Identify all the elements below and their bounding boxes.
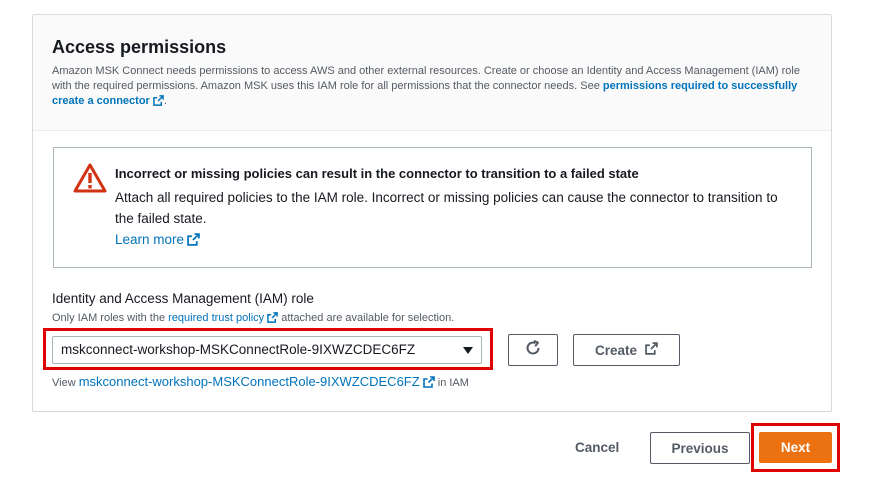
alert-body: Attach all required policies to the IAM … <box>115 190 778 226</box>
create-role-button[interactable]: Create <box>573 334 680 366</box>
panel-description-end: . <box>163 95 167 107</box>
iam-role-desc-end: attached are available for selection. <box>278 312 455 324</box>
create-role-label: Create <box>594 342 638 358</box>
external-link-icon[interactable] <box>153 95 164 111</box>
previous-label: Previous <box>671 440 729 456</box>
iam-role-select-highlight: mskconnect-workshop-MSKConnectRole-9IXWZ… <box>43 328 493 370</box>
previous-button[interactable]: Previous <box>650 432 750 464</box>
caret-down-icon <box>463 347 473 354</box>
learn-more-link[interactable]: Learn more <box>115 232 200 249</box>
required-trust-policy-link[interactable]: required trust policy <box>168 312 264 324</box>
panel-title: Access permissions <box>52 37 227 57</box>
cancel-button[interactable]: Cancel <box>575 440 619 455</box>
iam-role-description: Only IAM roles with the required trust p… <box>52 312 454 326</box>
next-button[interactable]: Next <box>759 432 832 463</box>
next-button-highlight: Next <box>751 423 840 472</box>
learn-more-label[interactable]: Learn more <box>115 232 184 247</box>
iam-role-label: Identity and Access Management (IAM) rol… <box>52 291 314 306</box>
external-link-icon[interactable] <box>267 312 278 326</box>
refresh-button[interactable] <box>508 334 558 366</box>
refresh-icon <box>524 339 542 362</box>
iam-role-select[interactable]: mskconnect-workshop-MSKConnectRole-9IXWZ… <box>52 336 482 364</box>
view-role-prefix: View <box>52 377 79 389</box>
external-link-icon[interactable] <box>187 233 200 249</box>
alert-title: Incorrect or missing policies can result… <box>115 166 639 181</box>
warning-alert: Incorrect or missing policies can result… <box>53 147 812 268</box>
warning-triangle-icon <box>73 163 107 198</box>
panel-header: Access permissions Amazon MSK Connect ne… <box>33 15 831 131</box>
external-link-icon[interactable] <box>422 376 435 391</box>
panel-description: Amazon MSK Connect needs permissions to … <box>52 64 811 111</box>
view-role-link[interactable]: mskconnect-workshop-MSKConnectRole-9IXWZ… <box>79 374 420 389</box>
iam-role-select-value: mskconnect-workshop-MSKConnectRole-9IXWZ… <box>61 342 416 357</box>
next-label: Next <box>780 440 811 455</box>
access-permissions-panel: Access permissions Amazon MSK Connect ne… <box>32 14 832 412</box>
external-link-icon <box>645 342 658 358</box>
view-role-line: View mskconnect-workshop-MSKConnectRole-… <box>52 374 469 391</box>
view-role-suffix: in IAM <box>434 377 469 389</box>
iam-role-desc-text: Only IAM roles with the <box>52 312 169 324</box>
